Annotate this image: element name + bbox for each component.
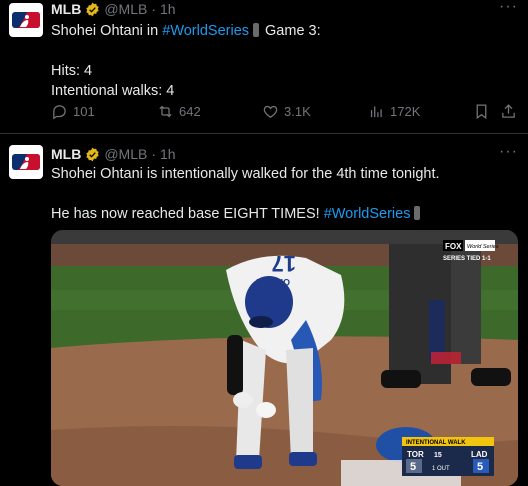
bat-emoji-icon — [414, 206, 421, 220]
author-handle[interactable]: @MLB — [104, 146, 147, 162]
scorebug-banner: INTENTIONAL WALK — [406, 440, 466, 446]
tweet-1[interactable]: MLB @MLB · 1h ··· Shohei Ohtani in #Worl… — [0, 0, 528, 134]
text-segment: Game 3: — [265, 23, 321, 39]
share-icon — [502, 104, 515, 118]
inning: 15 — [434, 452, 442, 459]
dot-separator: · — [151, 146, 156, 162]
heart-icon — [263, 105, 278, 118]
tweet-text: Shohei Ohtani in #WorldSeries Game 3: Hit… — [51, 21, 321, 101]
tweet-time[interactable]: 1h — [160, 146, 176, 162]
jersey-number: 17 — [272, 251, 296, 276]
away-score: 5 — [410, 461, 416, 473]
outs: 1 OUT — [432, 466, 450, 472]
bookmark-button[interactable] — [473, 103, 490, 120]
series-status: SERIES TIED 1-1 — [443, 256, 491, 262]
more-options-icon[interactable]: ··· — [499, 143, 518, 161]
action-bar: 101 642 3.1K 172K — [51, 101, 521, 123]
tweet-header: MLB @MLB · 1h — [51, 1, 176, 17]
reply-icon — [53, 105, 66, 120]
repost-icon — [159, 105, 172, 118]
verified-badge-icon — [85, 2, 100, 17]
mlb-logo-icon — [12, 12, 40, 28]
author-name[interactable]: MLB — [51, 146, 81, 162]
broadcast-logo: FOX World Series SERIES TIED 1-1 — [443, 240, 499, 262]
scorebug: INTENTIONAL WALK TOR 5 15 1 OUT LAD 5 — [402, 437, 494, 476]
bookmark-icon — [476, 104, 487, 120]
verified-badge-icon — [85, 147, 100, 162]
view-count: 172K — [390, 104, 421, 119]
text-segment: Shohei Ohtani in — [51, 23, 163, 39]
bat-emoji-icon — [253, 23, 260, 37]
share-button[interactable] — [500, 103, 517, 120]
hits-line: Hits: 4 — [51, 63, 93, 79]
views-button[interactable]: 172K — [368, 103, 420, 120]
text-segment: He has now reached base EIGHT TIMES! — [51, 206, 324, 222]
views-chart-icon — [370, 106, 382, 118]
home-score: 5 — [477, 461, 483, 473]
author-handle[interactable]: @MLB — [104, 1, 147, 17]
away-team: TOR — [407, 450, 424, 459]
dot-separator: · — [151, 1, 156, 17]
tweet-2[interactable]: MLB @MLB · 1h ··· Shohei Ohtani is inten… — [0, 134, 528, 486]
network-sub: World Series — [467, 244, 499, 250]
repost-count: 642 — [179, 104, 201, 119]
tweet-time[interactable]: 1h — [160, 1, 176, 17]
reply-count: 101 — [73, 104, 95, 119]
tweet-line: Shohei Ohtani in #WorldSeries Game 3: — [51, 21, 321, 41]
hashtag-link[interactable]: #WorldSeries — [324, 206, 411, 222]
video-media[interactable]: 17 OHTANI FOX World — [51, 230, 518, 486]
game-video-frame: 17 OHTANI FOX World — [51, 230, 518, 486]
mlb-logo-icon — [12, 154, 40, 170]
tweet-text: Shohei Ohtani is intentionally walked fo… — [51, 164, 440, 224]
tweet-line: He has now reached base EIGHT TIMES! #Wo… — [51, 204, 440, 224]
more-options-icon[interactable]: ··· — [499, 0, 518, 16]
reply-button[interactable]: 101 — [51, 103, 95, 120]
like-button[interactable]: 3.1K — [262, 103, 311, 120]
network-name: FOX — [445, 242, 462, 251]
tweet-line: Shohei Ohtani is intentionally walked fo… — [51, 166, 440, 182]
mlb-avatar[interactable] — [9, 145, 43, 179]
mlb-avatar[interactable] — [9, 3, 43, 37]
tweet-header: MLB @MLB · 1h — [51, 146, 176, 162]
home-team: LAD — [471, 450, 488, 459]
like-count: 3.1K — [284, 104, 311, 119]
repost-button[interactable]: 642 — [157, 103, 201, 120]
walks-line: Intentional walks: 4 — [51, 83, 175, 99]
author-name[interactable]: MLB — [51, 1, 81, 17]
hashtag-link[interactable]: #WorldSeries — [162, 23, 249, 39]
